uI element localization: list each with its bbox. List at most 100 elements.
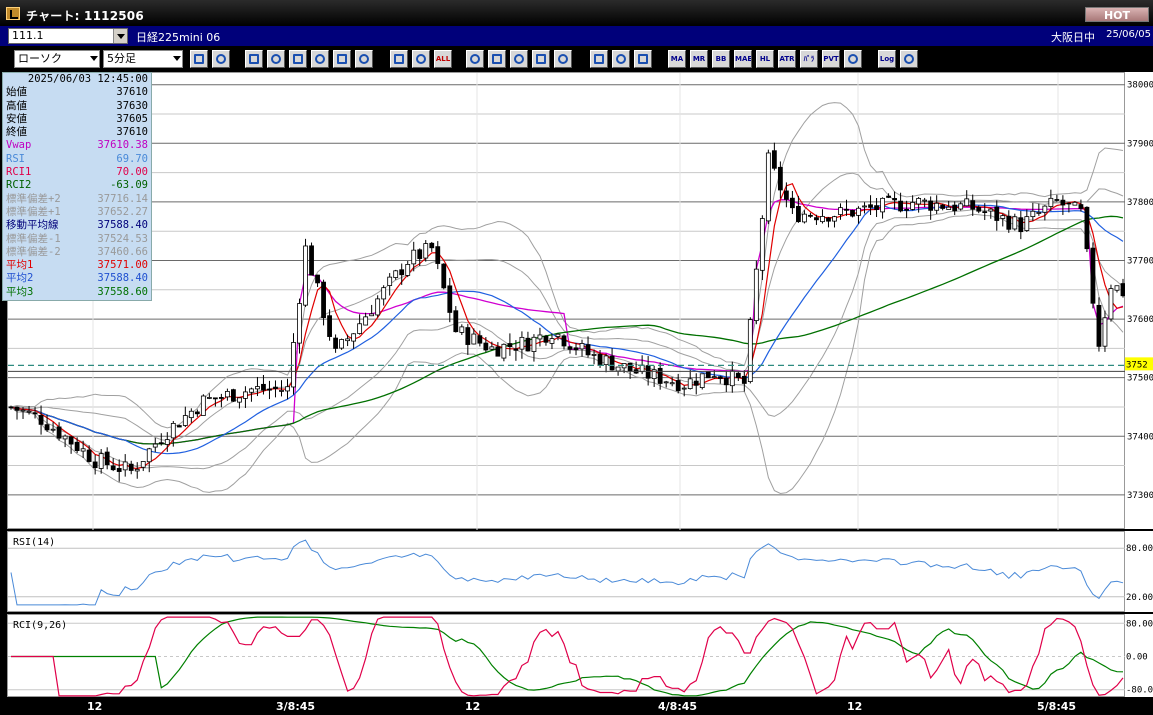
symbol-bar: 111.1 日経225mini 06 大阪日中 25/06/05 <box>0 26 1153 46</box>
candle <box>681 387 687 390</box>
rsi-chart[interactable]: RSI(14) <box>8 532 1126 613</box>
info-row-value: 37630 <box>116 99 148 112</box>
sync-icon <box>558 54 568 64</box>
candle <box>489 346 495 350</box>
select-icon[interactable] <box>267 50 285 68</box>
info-row-label: 標準偏差-2 <box>6 245 61 258</box>
app-chart-icon <box>6 7 20 20</box>
price-tick-label: 37600 <box>1127 315 1153 325</box>
symbol-name: 日経225mini 06 <box>136 31 221 44</box>
candle <box>765 152 771 222</box>
candle <box>1090 247 1096 304</box>
toolbar-all-button[interactable]: ALL <box>434 50 452 68</box>
candle <box>783 190 789 200</box>
toolbar-mae-button[interactable]: MAE <box>734 50 752 68</box>
candle <box>808 214 813 217</box>
info-row-value: 37571.00 <box>97 259 148 272</box>
candle <box>525 337 531 352</box>
candle <box>543 335 549 343</box>
price-chart[interactable] <box>8 54 1126 530</box>
candle <box>411 249 417 265</box>
trash-icon[interactable] <box>355 50 373 68</box>
trash-icon <box>359 54 369 64</box>
info-row: Vwap 37610.38 <box>3 139 151 152</box>
price-chart-pane[interactable] <box>7 54 1126 530</box>
chart-icon[interactable] <box>510 50 528 68</box>
candle <box>741 375 747 384</box>
candle <box>747 319 753 382</box>
toolbar-atr-button[interactable]: ATR <box>778 50 796 68</box>
chevron-down-icon[interactable] <box>113 29 127 43</box>
time-tick-label: 5/8:45 <box>1037 700 1077 713</box>
interval-value: 5分足 <box>107 52 136 65</box>
candle <box>579 343 585 350</box>
candle <box>868 204 873 208</box>
crosshair-icon[interactable] <box>212 50 230 68</box>
tool-icon[interactable] <box>612 50 630 68</box>
search-icon[interactable] <box>488 50 506 68</box>
rci-chart[interactable]: RCI(9,26) <box>8 615 1126 698</box>
candle <box>74 441 80 452</box>
toolbar-pvt-button[interactable]: PVT <box>822 50 840 68</box>
candle <box>585 344 591 356</box>
bar-icon[interactable] <box>390 50 408 68</box>
refresh-icon[interactable] <box>311 50 329 68</box>
cursor-icon[interactable] <box>289 50 307 68</box>
bar2-icon[interactable] <box>412 50 430 68</box>
candle <box>194 411 200 415</box>
refresh-icon <box>315 54 325 64</box>
candle <box>339 339 344 349</box>
candle <box>375 298 381 316</box>
candle <box>327 315 332 337</box>
price-tick-label: 37400 <box>1127 432 1153 442</box>
candle <box>832 216 837 222</box>
toolbar-log-button[interactable]: Log <box>878 50 896 68</box>
candle <box>321 281 326 319</box>
export-icon[interactable] <box>900 50 918 68</box>
candle <box>38 415 44 425</box>
candle <box>1012 216 1018 230</box>
print-icon[interactable] <box>466 50 484 68</box>
sync-icon[interactable] <box>554 50 572 68</box>
toolbar-mr-button[interactable]: MR <box>690 50 708 68</box>
interval-select[interactable]: 5分足 <box>103 50 183 68</box>
rci-pane[interactable]: RCI(9,26) <box>7 614 1126 698</box>
candle <box>44 424 50 431</box>
candle <box>699 373 705 388</box>
info-row: 標準偏差+1 37652.27 <box>3 206 151 219</box>
candle <box>627 362 633 372</box>
box-icon[interactable] <box>590 50 608 68</box>
candle <box>1036 212 1042 214</box>
candle <box>237 397 242 403</box>
candle <box>176 425 182 428</box>
hot-button[interactable]: HOT <box>1085 7 1149 22</box>
draw-icon[interactable] <box>245 50 263 68</box>
toolbar-ma-button[interactable]: MA <box>668 50 686 68</box>
info-row-value: 37605 <box>116 112 148 125</box>
toolbar-hl-button[interactable]: HL <box>756 50 774 68</box>
crosshair-icon <box>216 54 226 64</box>
candle <box>711 376 717 379</box>
color-icon[interactable] <box>634 50 652 68</box>
toolbar-ﾊﾟﾗ-button[interactable]: ﾊﾟﾗ <box>800 50 818 68</box>
candle <box>92 461 98 469</box>
symbol-code-input[interactable]: 111.1 <box>8 28 128 44</box>
bollinger-upper-2 <box>10 102 1124 429</box>
candle <box>429 242 435 249</box>
toolbar-bb-button[interactable]: BB <box>712 50 730 68</box>
info-row-label: 標準偏差-1 <box>6 232 61 245</box>
info-row-value: 37588.40 <box>97 219 148 232</box>
data-window: 2025/06/03 12:45:00 始値 37610 高値 37630 安値 3760… <box>2 72 152 301</box>
rsi-pane[interactable]: RSI(14) <box>7 531 1126 613</box>
grid-icon[interactable] <box>532 50 550 68</box>
zoom-icon[interactable] <box>190 50 208 68</box>
candle <box>399 269 405 276</box>
candle <box>188 410 194 419</box>
frame-icon[interactable] <box>844 50 862 68</box>
rci-axis-labels: 80.00 0.00 -80.00 <box>1126 619 1153 695</box>
candle <box>591 354 597 356</box>
candle <box>549 338 555 344</box>
chart-type-select[interactable]: ローソク <box>14 50 100 68</box>
candle <box>501 343 507 359</box>
table-icon[interactable] <box>333 50 351 68</box>
